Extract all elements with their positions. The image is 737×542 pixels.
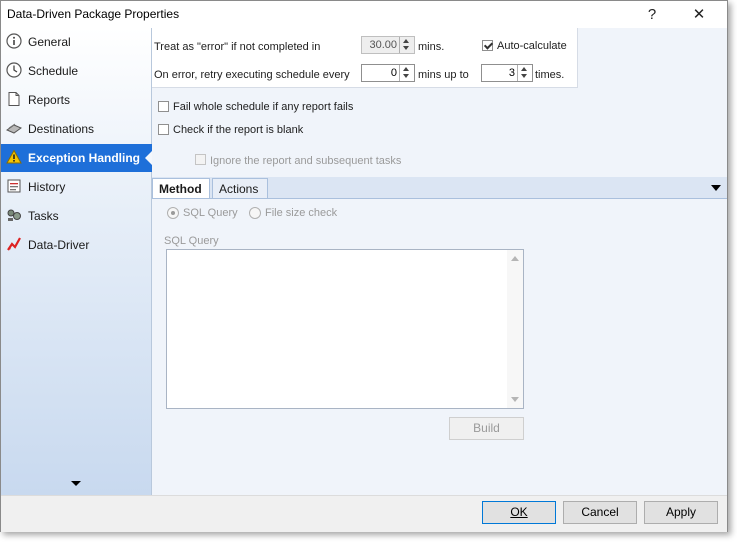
tab-strip: Method Actions — [152, 177, 727, 199]
history-icon — [7, 179, 21, 193]
treat-as-error-label: Treat as "error" if not completed in — [154, 41, 321, 53]
ignore-report-checkbox[interactable] — [195, 154, 206, 165]
sidebar-item-general[interactable]: General — [1, 28, 152, 56]
check-blank-checkbox[interactable] — [158, 124, 169, 135]
tab-dropdown-icon[interactable] — [711, 185, 721, 191]
sidebar-item-label: History — [28, 180, 66, 194]
dialog-window: Data-Driven Package Properties ? ✕ Gener… — [0, 0, 728, 532]
times-label: times. — [535, 69, 565, 81]
sidebar-item-label: General — [28, 35, 71, 49]
sidebar-item-label: Destinations — [28, 122, 95, 136]
sql-query-radio-label: SQL Query — [183, 207, 238, 219]
sidebar-item-label: Data-Driver — [28, 238, 90, 252]
spin-down-icon[interactable] — [521, 74, 527, 78]
error-settings-box: Treat as "error" if not completed in 30.… — [152, 28, 578, 88]
timeout-minutes-value: 30.00 — [369, 39, 397, 51]
tasks-icon — [7, 209, 21, 221]
tab-actions[interactable]: Actions — [212, 178, 268, 198]
timeout-minutes-spinner[interactable]: 30.00 — [361, 36, 415, 54]
sql-query-radio[interactable] — [167, 207, 179, 219]
title-bar: Data-Driven Package Properties ? ✕ — [1, 1, 727, 28]
mins-label: mins. — [418, 41, 445, 53]
cancel-button[interactable]: Cancel — [563, 501, 637, 524]
apply-button[interactable]: Apply — [644, 501, 718, 524]
auto-calculate-checkbox[interactable] — [482, 40, 493, 51]
check-blank-label: Check if the report is blank — [173, 124, 304, 136]
scroll-up-icon[interactable] — [511, 256, 519, 261]
document-icon — [8, 92, 20, 106]
button-bar: OK Cancel Apply — [1, 495, 727, 532]
destinations-icon — [6, 123, 22, 134]
spin-down-icon[interactable] — [403, 46, 409, 50]
sidebar-item-label: Tasks — [28, 209, 59, 223]
retry-interval-value: 0 — [390, 67, 397, 79]
ok-button-label: OK — [510, 505, 528, 519]
sidebar: General Schedule Reports Destinations Ex… — [1, 28, 153, 495]
sidebar-item-tasks[interactable]: Tasks — [1, 202, 152, 230]
retry-times-value: 3 — [508, 67, 515, 79]
retry-interval-spinner[interactable]: 0 — [361, 64, 415, 82]
sidebar-item-label: Schedule — [28, 64, 79, 78]
sidebar-item-label: Exception Handling — [28, 151, 141, 165]
sidebar-item-history[interactable]: History — [1, 173, 152, 201]
cancel-button-label: Cancel — [581, 505, 619, 519]
build-button[interactable]: Build — [449, 417, 524, 440]
sql-query-input[interactable] — [166, 249, 524, 409]
file-size-check-radio[interactable] — [249, 207, 261, 219]
window-title: Data-Driven Package Properties — [7, 7, 180, 21]
fail-whole-schedule-label: Fail whole schedule if any report fails — [173, 101, 354, 113]
spin-up-icon[interactable] — [403, 39, 409, 43]
sidebar-item-data-driver[interactable]: Data-Driver — [1, 231, 152, 259]
sidebar-item-exception-handling[interactable]: Exception Handling — [1, 144, 153, 172]
ok-button[interactable]: OK — [482, 501, 556, 524]
spin-up-icon[interactable] — [521, 67, 527, 71]
sidebar-item-schedule[interactable]: Schedule — [1, 57, 152, 85]
data-driver-icon — [7, 237, 21, 251]
apply-button-label: Apply — [665, 505, 697, 519]
spin-down-icon[interactable] — [403, 74, 409, 78]
content-panel: Treat as "error" if not completed in 30.… — [152, 28, 727, 495]
scroll-down-icon[interactable] — [511, 397, 519, 402]
sidebar-item-destinations[interactable]: Destinations — [1, 115, 152, 143]
ignore-report-label: Ignore the report and subsequent tasks — [210, 155, 402, 167]
auto-calculate-label: Auto-calculate — [497, 40, 567, 52]
warning-icon — [6, 149, 22, 164]
tab-method[interactable]: Method — [152, 178, 210, 198]
mins-up-to-label: mins up to — [418, 69, 469, 81]
sql-query-scrollbar[interactable] — [507, 250, 523, 408]
retry-times-spinner[interactable]: 3 — [481, 64, 533, 82]
sql-query-label: SQL Query — [164, 235, 219, 247]
file-size-check-radio-label: File size check — [265, 207, 338, 219]
help-button[interactable]: ? — [632, 1, 672, 28]
close-button[interactable]: ✕ — [679, 1, 719, 28]
fail-whole-schedule-checkbox[interactable] — [158, 101, 169, 112]
retry-label: On error, retry executing schedule every — [154, 69, 350, 81]
sidebar-item-label: Reports — [28, 93, 71, 107]
sidebar-item-reports[interactable]: Reports — [1, 86, 152, 114]
sidebar-scroll-down-icon[interactable] — [71, 481, 81, 486]
info-icon — [6, 33, 22, 49]
spin-up-icon[interactable] — [403, 67, 409, 71]
clock-icon — [6, 62, 22, 78]
